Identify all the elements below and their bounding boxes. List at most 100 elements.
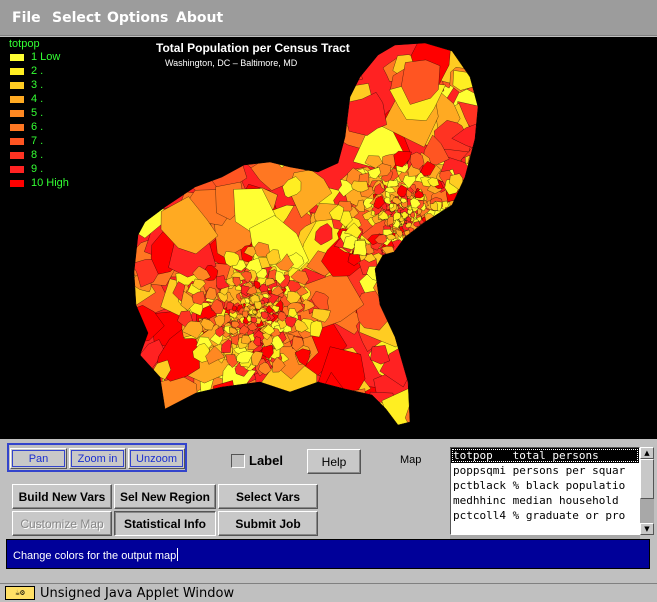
census-tract[interactable]: [150, 77, 171, 102]
census-tract[interactable]: [455, 214, 472, 232]
census-tract[interactable]: [400, 239, 413, 249]
menu-options[interactable]: Options: [107, 10, 168, 26]
census-tract[interactable]: [240, 76, 265, 102]
census-tract[interactable]: [458, 219, 470, 231]
census-tract[interactable]: [405, 257, 426, 287]
census-tract[interactable]: [425, 344, 457, 377]
census-tract[interactable]: [435, 254, 450, 273]
census-tract[interactable]: [462, 247, 492, 273]
census-tract[interactable]: [234, 127, 278, 169]
census-tract[interactable]: [452, 70, 478, 91]
submit-job-button[interactable]: Submit Job: [218, 511, 318, 536]
census-tract[interactable]: [180, 128, 203, 152]
census-tract[interactable]: [114, 102, 149, 139]
census-tract[interactable]: [261, 82, 305, 123]
census-tract[interactable]: [450, 222, 466, 236]
census-tract[interactable]: [467, 291, 509, 321]
census-tract[interactable]: [444, 317, 478, 354]
census-tract[interactable]: [457, 187, 474, 209]
census-tract[interactable]: [428, 217, 441, 230]
census-tract[interactable]: [157, 103, 187, 134]
census-tract[interactable]: [431, 258, 447, 276]
census-tract[interactable]: [461, 338, 483, 363]
census-tract[interactable]: [260, 405, 299, 439]
census-tract[interactable]: [307, 83, 342, 127]
menu-about[interactable]: About: [176, 10, 223, 26]
census-tract[interactable]: [156, 403, 193, 434]
census-tract[interactable]: [446, 244, 463, 259]
census-tract[interactable]: [440, 245, 456, 264]
census-tract-map[interactable]: [0, 37, 657, 439]
unzoom-button[interactable]: Unzoom: [128, 448, 185, 469]
census-tract[interactable]: [354, 43, 369, 56]
census-tract[interactable]: [386, 258, 401, 271]
census-tract[interactable]: [325, 77, 353, 105]
census-tract[interactable]: [398, 263, 471, 317]
census-tract[interactable]: [425, 255, 438, 270]
census-tract[interactable]: [426, 219, 439, 232]
census-tract[interactable]: [449, 213, 466, 227]
census-tract[interactable]: [415, 250, 426, 261]
census-tract[interactable]: [337, 405, 366, 428]
census-tract[interactable]: [294, 396, 316, 416]
census-tract[interactable]: [455, 210, 472, 225]
census-tract[interactable]: [116, 114, 164, 165]
census-tract[interactable]: [148, 173, 170, 195]
census-tract[interactable]: [466, 203, 480, 219]
census-tract[interactable]: [466, 167, 488, 194]
census-tract[interactable]: [417, 239, 430, 251]
census-tract[interactable]: [456, 323, 479, 347]
census-tract[interactable]: [388, 260, 401, 275]
census-tract[interactable]: [399, 244, 409, 256]
census-tract[interactable]: [470, 296, 493, 327]
census-tract[interactable]: [458, 228, 478, 250]
census-tract[interactable]: [118, 153, 146, 186]
census-tract[interactable]: [269, 49, 315, 93]
census-tract[interactable]: [462, 185, 476, 202]
census-tract[interactable]: [256, 397, 306, 439]
census-tract[interactable]: [427, 223, 435, 232]
census-tract[interactable]: [424, 226, 433, 236]
census-tract[interactable]: [184, 81, 224, 136]
census-tract[interactable]: [237, 89, 280, 132]
help-button[interactable]: Help: [307, 449, 361, 474]
census-tract[interactable]: [449, 200, 463, 216]
census-tract[interactable]: [443, 213, 460, 230]
census-tract[interactable]: [435, 223, 446, 231]
census-tract[interactable]: [452, 201, 467, 213]
census-tract[interactable]: [238, 66, 257, 89]
census-tract[interactable]: [423, 246, 435, 263]
census-tract[interactable]: [429, 233, 442, 249]
census-tract[interactable]: [452, 198, 470, 215]
census-tract[interactable]: [463, 219, 475, 235]
census-tract[interactable]: [424, 274, 449, 302]
census-tract[interactable]: [409, 257, 423, 272]
census-tract[interactable]: [451, 246, 489, 290]
census-tract[interactable]: [412, 234, 423, 243]
census-tract[interactable]: [252, 394, 315, 439]
zoom-in-button[interactable]: Zoom in: [69, 448, 126, 469]
census-tract[interactable]: [464, 211, 482, 227]
census-tract[interactable]: [442, 241, 458, 257]
census-tract[interactable]: [405, 346, 436, 385]
census-tract[interactable]: [192, 393, 249, 439]
census-tract[interactable]: [110, 66, 145, 103]
census-tract[interactable]: [249, 110, 290, 160]
variable-list-item[interactable]: pctblack % black populatio: [451, 478, 639, 493]
census-tract[interactable]: [416, 337, 441, 359]
census-tract[interactable]: [413, 234, 425, 245]
census-tract[interactable]: [218, 102, 278, 152]
census-tract[interactable]: [415, 234, 424, 244]
census-tract[interactable]: [418, 241, 431, 254]
build-new-vars-button[interactable]: Build New Vars: [12, 484, 112, 509]
census-tract[interactable]: [453, 234, 466, 248]
label-checkbox[interactable]: [231, 453, 245, 468]
variable-list-item[interactable]: poppsqmi persons per squar: [451, 463, 639, 478]
variable-list-item[interactable]: totpop total persons: [451, 448, 639, 463]
census-tract[interactable]: [314, 402, 337, 423]
census-tract[interactable]: [410, 231, 419, 239]
census-tract[interactable]: [454, 232, 469, 248]
census-tract[interactable]: [286, 134, 322, 171]
census-tract[interactable]: [119, 192, 150, 221]
scroll-down-icon[interactable]: ▼: [640, 523, 654, 535]
